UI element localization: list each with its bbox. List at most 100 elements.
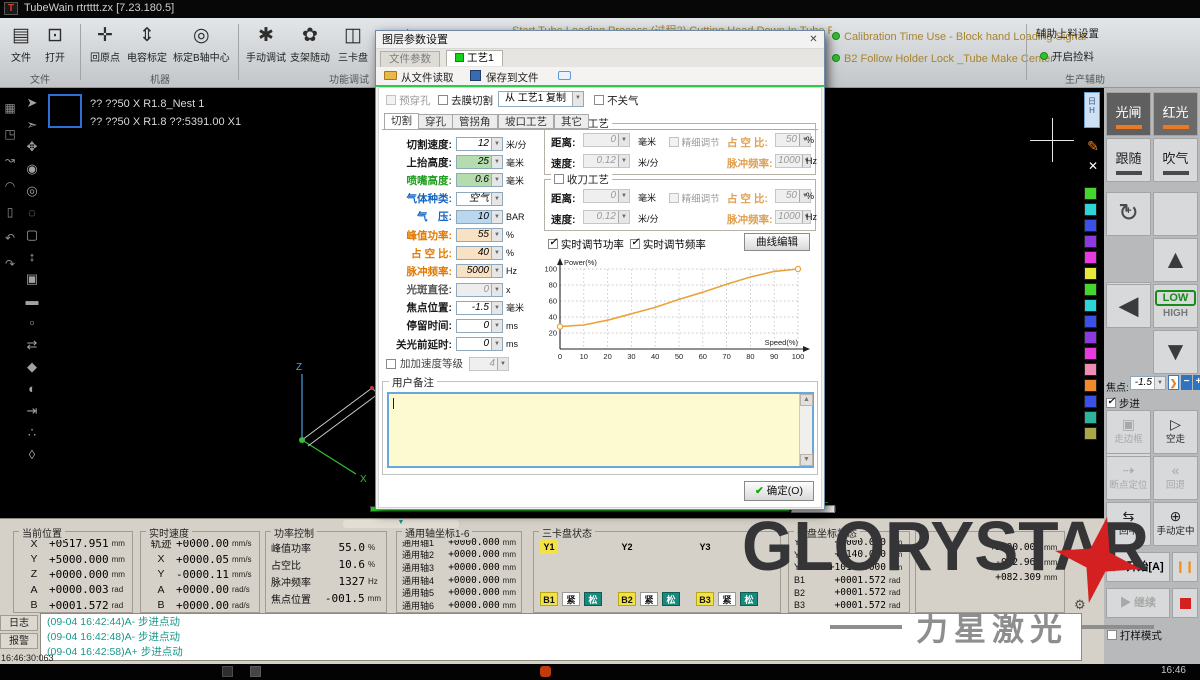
motion-button[interactable]: ⊕ 手动定中 [1153, 502, 1198, 546]
sidebar-tool-icon[interactable]: ↝ [0, 148, 20, 174]
tab-bevel[interactable]: 坡口工艺 [498, 114, 554, 129]
option-keep-gas[interactable]: 不关气 [594, 93, 639, 108]
ribbon-button[interactable]: ✛回原点 [86, 22, 124, 64]
sidebar-tool-icon[interactable]: ▯ [0, 200, 20, 226]
tab-file-params[interactable]: 文件参数 [380, 51, 440, 67]
motion-button[interactable]: ▣ 走边框 [1106, 410, 1151, 454]
ribbon-button[interactable]: ✱手动调试 [244, 22, 288, 64]
sidebar-tool-icon[interactable]: ∴ [20, 422, 44, 444]
read-from-file-button[interactable]: 从文件读取 [401, 70, 454, 85]
sidebar-tool-icon[interactable]: ▫ [20, 312, 44, 334]
palette-swatch[interactable] [1084, 315, 1097, 328]
taskbar-app-icon[interactable] [540, 666, 551, 677]
palette-swatch[interactable] [1084, 203, 1097, 216]
sidebar-tool-icon[interactable]: ◌ [20, 202, 44, 224]
parameter-input[interactable]: 40▼ [456, 246, 503, 260]
parameter-input[interactable]: 5000▼ [456, 264, 503, 278]
sidebar-tool-icon[interactable]: ◊ [20, 444, 44, 466]
sidebar-tool-icon[interactable]: ◆ [20, 356, 44, 378]
palette-swatch[interactable] [1084, 411, 1097, 424]
tab-process-1[interactable]: 工艺1 [446, 50, 503, 66]
realtime-power-checkbox[interactable]: 实时调节功率 [548, 237, 624, 252]
sidebar-tool-icon[interactable]: ✥ [20, 136, 44, 158]
motion-button[interactable]: ▷ 空走 [1153, 410, 1198, 454]
sample-mode-checkbox[interactable]: 打样模式 [1107, 628, 1162, 643]
palette-swatch[interactable] [1084, 187, 1097, 200]
sidebar-tool-icon[interactable]: ➣ [20, 114, 44, 136]
focus-apply-button[interactable]: ❯ [1168, 375, 1179, 390]
stop-button[interactable] [1172, 588, 1198, 618]
start-button[interactable]: ▶ 开始[A] [1106, 552, 1170, 582]
option-film-cut[interactable]: 去膜切割 [438, 93, 493, 108]
tab-cut[interactable]: 切割 [384, 113, 419, 130]
log-list[interactable]: (09-04 16:42:44)A- 步进点动(09-04 16:42:48)A… [40, 613, 1082, 661]
output-toggle-button[interactable]: 跟随 [1106, 138, 1151, 182]
jog-down-button[interactable]: ▼ [1153, 330, 1198, 374]
tab-alarm[interactable]: 报警 [0, 633, 38, 649]
collapse-handle[interactable]: ▼ [343, 520, 459, 528]
option-pre-pierce[interactable]: 预穿孔 [386, 93, 431, 108]
ribbon-button[interactable]: ◎标定B轴中心 [170, 22, 233, 64]
sidebar-tool-icon[interactable]: ◠ [0, 174, 20, 200]
parameter-input[interactable]: 0▼ [456, 283, 503, 297]
clamp-loose-button[interactable]: 松 [662, 592, 680, 606]
aux-pick-toggle[interactable]: 开启捡料 [1040, 47, 1094, 65]
focus-input[interactable]: -1.5▼ [1130, 376, 1166, 390]
sidebar-tool-icon[interactable]: ◉ [20, 158, 44, 180]
aux-loading-settings[interactable]: 辅助上料设置 [1036, 26, 1099, 41]
palette-swatch[interactable] [1084, 427, 1097, 440]
part-thumbnail[interactable] [48, 94, 82, 128]
jog-left-button[interactable]: ◀ [1106, 284, 1151, 328]
parameter-input[interactable]: 55▼ [456, 228, 503, 242]
parameter-input[interactable]: 0.6▼ [456, 173, 503, 187]
sidebar-tool-icon[interactable]: ⇄ [20, 334, 44, 356]
pause-button[interactable]: ❙❙ [1172, 552, 1198, 582]
ribbon-button[interactable]: ◫三卡盘 [332, 22, 374, 64]
panel-tab[interactable]: 日H [1084, 92, 1100, 128]
step-mode-checkbox[interactable]: 步进 [1106, 396, 1140, 411]
comment-bubble-icon[interactable] [558, 71, 571, 80]
motion-button[interactable]: ⇆ 回中 [1106, 502, 1151, 546]
tab-pierce[interactable]: 穿孔 [418, 114, 453, 129]
resume-button[interactable]: ▶ 继续 [1106, 588, 1170, 618]
close-strip-icon[interactable]: ✕ [1084, 159, 1102, 173]
edit-pencil-icon[interactable]: ✎ [1084, 138, 1102, 155]
ribbon-button[interactable]: ✿支架随动 [288, 22, 332, 64]
ok-button[interactable]: ✔ 确定(O) [744, 481, 814, 501]
taskbar-app-icon[interactable] [250, 666, 261, 677]
ribbon-button[interactable]: ⊡打开 [38, 22, 72, 64]
motion-button[interactable]: « 回退 [1153, 456, 1198, 500]
jog-up-button[interactable]: ▲ [1153, 238, 1198, 282]
copy-from-select[interactable]: 从 工艺1 复制▼ [498, 91, 584, 107]
rotate-chuck-plus-button[interactable]: ↻+ [1106, 192, 1151, 236]
clamp-tight-button[interactable]: 紧 [562, 592, 580, 606]
ribbon-button[interactable]: ▤文件 [4, 22, 38, 64]
sidebar-tool-icon[interactable]: ▣ [20, 268, 44, 290]
palette-swatch[interactable] [1084, 283, 1097, 296]
parameter-input[interactable]: 25▼ [456, 155, 503, 169]
save-to-file-button[interactable]: 保存到文件 [486, 70, 539, 85]
palette-swatch[interactable] [1084, 363, 1097, 376]
palette-swatch[interactable] [1084, 251, 1097, 264]
sidebar-tool-icon[interactable]: ↕ [20, 246, 44, 268]
dialog-close-button[interactable]: ✕ [806, 33, 821, 47]
sidebar-tool-icon[interactable]: ⇥ [20, 400, 44, 422]
sidebar-tool-icon[interactable]: ▢ [20, 224, 44, 246]
ribbon-button[interactable]: ⇕电容标定 [124, 22, 170, 64]
output-toggle-button[interactable]: 光闸 [1106, 92, 1151, 136]
palette-swatch[interactable] [1084, 331, 1097, 344]
output-toggle-button[interactable]: 红光 [1153, 92, 1198, 136]
focus-plus-button[interactable]: + [1193, 375, 1200, 390]
palette-swatch[interactable] [1084, 299, 1097, 312]
sidebar-tool-icon[interactable]: ◳ [0, 122, 20, 148]
parameter-input[interactable]: -1.5▼ [456, 301, 503, 315]
sidebar-tool-icon[interactable]: ▬ [20, 290, 44, 312]
notes-scrollbar[interactable]: ▲▼ [799, 394, 812, 466]
parameter-input[interactable]: 空气▼ [456, 192, 503, 206]
parameter-input[interactable]: 0▼ [456, 337, 503, 351]
sidebar-tool-icon[interactable]: ↶ [0, 226, 20, 252]
palette-swatch[interactable] [1084, 347, 1097, 360]
clamp-loose-button[interactable]: 松 [740, 592, 758, 606]
sidebar-tool-icon[interactable]: ↷ [0, 252, 20, 278]
palette-swatch[interactable] [1084, 219, 1097, 232]
